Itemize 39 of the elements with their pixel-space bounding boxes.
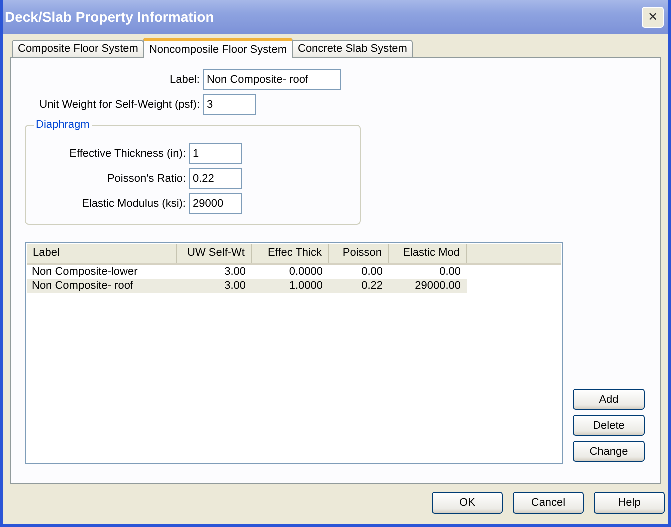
- table-cell-text: 3.00: [224, 279, 247, 293]
- field-label: Label:: [169, 74, 200, 86]
- table-cell-text: 1.0000: [288, 279, 324, 293]
- input-field[interactable]: 29000: [189, 193, 242, 214]
- side-button[interactable]: Change: [573, 441, 645, 462]
- table-cell-text: Non Composite- roof: [31, 279, 134, 293]
- input-field[interactable]: Non Composite- roof: [203, 69, 341, 90]
- tab[interactable]: Composite Floor System: [12, 40, 144, 57]
- table-row[interactable]: Non Composite-lower 3.00 0.0000 0.00 0.00: [27, 265, 467, 279]
- column-header[interactable]: Poisson: [329, 244, 389, 263]
- window-title: Deck/Slab Property Information: [5, 9, 214, 25]
- table-cell-text: 29000.00: [414, 279, 462, 293]
- close-button[interactable]: ✕: [642, 6, 664, 28]
- group-title: Diaphragm: [34, 119, 92, 131]
- column-header[interactable]: UW Self-Wt: [177, 244, 252, 263]
- input-field[interactable]: 1: [189, 143, 242, 164]
- table-row[interactable]: Non Composite- roof 3.00 1.0000 0.22 29000.00: [27, 279, 467, 293]
- table-cell-text: Non Composite-lower: [31, 265, 139, 279]
- input-field[interactable]: 0.22: [189, 168, 242, 189]
- dialog-button[interactable]: OK: [432, 492, 503, 514]
- side-button[interactable]: Delete: [573, 415, 645, 436]
- column-header[interactable]: Label: [27, 244, 177, 263]
- table-cell-text: 3.00: [224, 265, 247, 279]
- table-cell-text: 0.00: [438, 265, 462, 279]
- input-field[interactable]: 3: [203, 94, 256, 115]
- table-cell-text: 0.0000: [288, 265, 324, 279]
- dialog-button[interactable]: Cancel: [513, 492, 584, 514]
- field-label: Unit Weight for Self-Weight (psf):: [38, 98, 200, 110]
- tab[interactable]: Noncomposile Floor System: [143, 38, 293, 58]
- table-cell-text: 0.00: [360, 265, 384, 279]
- field-label: Effective Thickness (in):: [68, 148, 186, 160]
- side-button[interactable]: Add: [573, 389, 645, 410]
- column-header[interactable]: Elastic Mod: [389, 244, 467, 263]
- field-label: Poisson's Ratio:: [106, 172, 186, 184]
- tab[interactable]: Concrete Slab System: [292, 40, 414, 57]
- dialog-button[interactable]: Help: [594, 492, 665, 514]
- column-header[interactable]: Effec Thick: [252, 244, 329, 263]
- field-label: Elastic Modulus (ksi):: [81, 198, 186, 210]
- table-cell-text: 0.22: [360, 279, 384, 293]
